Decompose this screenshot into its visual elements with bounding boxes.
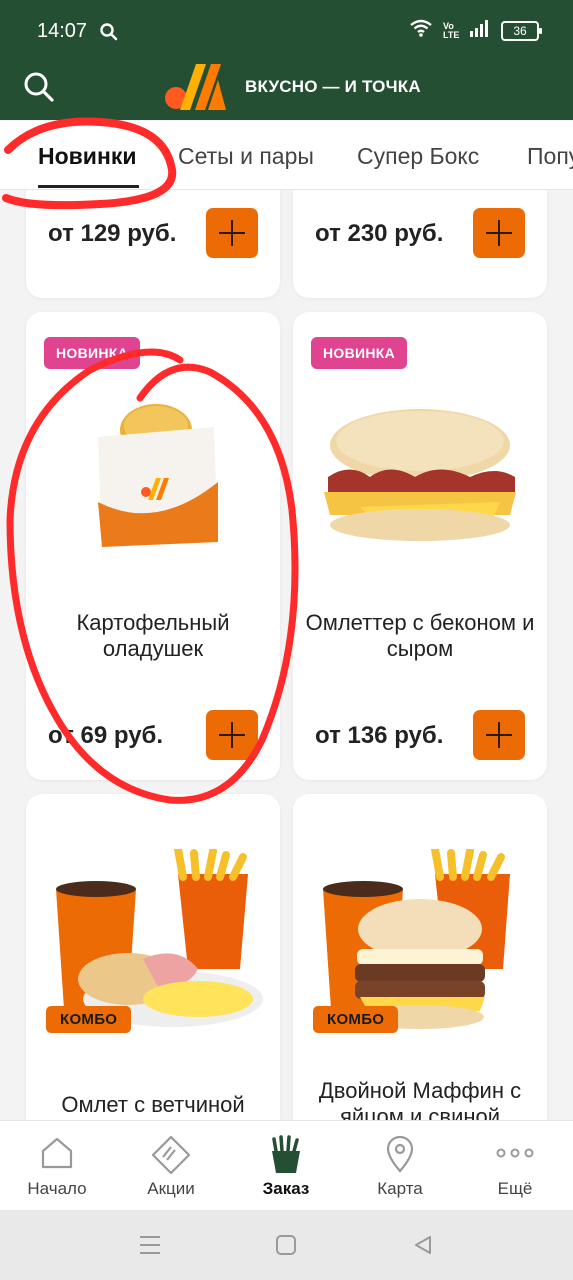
product-card[interactable]: от 230 руб. xyxy=(293,190,547,298)
nav-promos-label: Акции xyxy=(147,1179,195,1198)
nav-map-label: Карта xyxy=(377,1179,423,1198)
nav-order-label: Заказ xyxy=(262,1179,310,1198)
tab-super-box[interactable]: Супер Бокс xyxy=(357,143,479,170)
nav-more-label: Ещё xyxy=(497,1179,533,1198)
promo-tag-icon xyxy=(151,1135,191,1175)
signal-icon xyxy=(469,19,491,42)
product-card[interactable]: от 129 руб. xyxy=(26,190,280,298)
bottom-navigation: Начало Акции Заказ Карта Ещё xyxy=(0,1120,573,1211)
combo-badge: КОМБО xyxy=(46,1006,132,1033)
status-bar: 14:07 Vo LTE 36 xyxy=(0,0,573,60)
omeletter-sandwich-image xyxy=(324,409,516,541)
brand-slogan: ВКУСНО — И ТОЧКА xyxy=(245,77,421,96)
add-to-cart-button[interactable] xyxy=(206,710,258,760)
active-tab-indicator xyxy=(38,185,139,188)
new-badge: НОВИНКА xyxy=(311,337,408,369)
product-card[interactable]: КОМБО Омлет с ветчиной xyxy=(26,794,280,1120)
nav-home[interactable]: Начало xyxy=(0,1121,114,1211)
brand-logo-icon xyxy=(162,60,232,117)
product-card[interactable]: НОВИНКА Омлеттер с беконом и сыром от 13… xyxy=(293,312,547,780)
category-tabs: Новинки Сеты и пары Супер Бокс Попу xyxy=(0,121,573,190)
product-price: от 136 руб. xyxy=(315,722,444,749)
nav-map[interactable]: Карта xyxy=(343,1121,457,1211)
volte-indicator: Vo LTE xyxy=(443,20,460,40)
add-to-cart-button[interactable] xyxy=(473,208,525,258)
potato-hash-brown-image xyxy=(98,404,218,547)
combo-double-muffin-image xyxy=(323,849,510,1029)
wifi-icon xyxy=(409,19,433,42)
home-button-icon[interactable] xyxy=(275,1234,297,1256)
combo-badge: КОМБО xyxy=(313,1006,399,1033)
recent-apps-icon[interactable] xyxy=(138,1234,162,1256)
product-card[interactable]: КОМБО Двойной Маффин с яйцом и свиной xyxy=(293,794,547,1120)
nav-order[interactable]: Заказ xyxy=(229,1121,343,1211)
more-dots-icon xyxy=(496,1148,534,1158)
product-name: Омлет с ветчиной xyxy=(61,1092,245,1117)
fries-icon xyxy=(272,1135,300,1173)
home-icon xyxy=(41,1137,73,1169)
back-button-icon[interactable] xyxy=(412,1234,434,1256)
product-name: Картофельный оладушек xyxy=(76,610,230,661)
product-price: от 129 руб. xyxy=(48,220,177,247)
app-header: ВКУСНО — И ТОЧКА xyxy=(0,60,573,120)
add-to-cart-button[interactable] xyxy=(473,710,525,760)
map-pin-icon xyxy=(386,1135,414,1173)
system-navigation-bar xyxy=(0,1210,573,1280)
status-search-icon xyxy=(99,22,119,47)
status-time: 14:07 xyxy=(37,20,88,42)
new-badge: НОВИНКА xyxy=(44,337,141,369)
product-name: Двойной Маффин с яйцом и свиной xyxy=(318,1078,522,1120)
product-card[interactable]: НОВИНКА Картофельный оладушек от 69 руб. xyxy=(26,312,280,780)
product-grid: от 129 руб. от 230 руб. НОВИНКА Картофел… xyxy=(0,190,573,1120)
combo-omelette-ham-image xyxy=(56,849,263,1027)
tab-popular[interactable]: Попу xyxy=(527,143,573,170)
tab-sets[interactable]: Сеты и пары xyxy=(178,143,314,170)
product-price: от 69 руб. xyxy=(48,722,164,749)
nav-more[interactable]: Ещё xyxy=(458,1121,572,1211)
product-name: Омлеттер с беконом и сыром xyxy=(305,610,535,661)
tab-novinki[interactable]: Новинки xyxy=(38,143,136,170)
add-to-cart-button[interactable] xyxy=(206,208,258,258)
product-price: от 230 руб. xyxy=(315,220,444,247)
nav-promos[interactable]: Акции xyxy=(114,1121,228,1211)
nav-home-label: Начало xyxy=(27,1179,87,1198)
search-icon[interactable] xyxy=(22,70,56,109)
battery-indicator: 36 xyxy=(501,20,542,41)
